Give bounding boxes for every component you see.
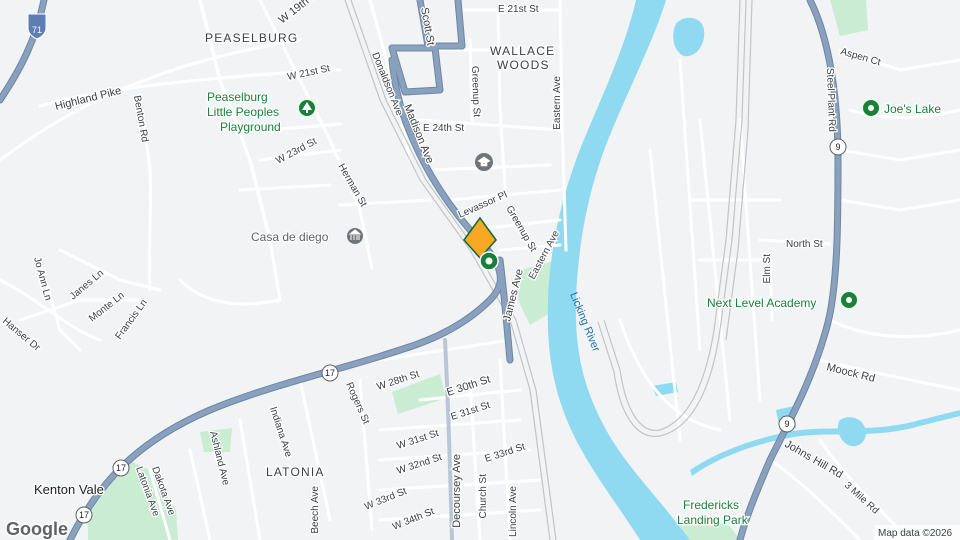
street-label: E 24th St: [423, 123, 464, 134]
neighborhood-label: PEASELBURG: [205, 31, 298, 45]
attribution-text: Map data ©2026: [878, 528, 953, 539]
route-17-shield: 17: [112, 459, 130, 477]
logo-text: Google: [6, 519, 68, 539]
neighborhood-label: WALLACE: [490, 44, 555, 58]
attribution-box: Map data ©2026: [874, 525, 960, 540]
shield-text: 9: [835, 142, 840, 152]
street-label: Steel Plant Rd: [824, 68, 837, 132]
street-label: Eastern Ave: [552, 76, 563, 130]
map-canvas[interactable]: 71 9 9 17 17 17 W 19th St E 21st St Scot…: [0, 0, 960, 540]
poi-label: Playground: [220, 120, 281, 134]
street-label: Beech Ave: [310, 486, 321, 534]
route-17-shield: 17: [321, 364, 339, 382]
tree-icon: [299, 100, 315, 116]
poi-label: Casa de diego: [251, 230, 329, 244]
route-17-shield: 17: [75, 506, 93, 524]
school-icon[interactable]: [475, 153, 493, 171]
poi-joes-lake[interactable]: Joe's Lake: [863, 100, 943, 117]
museum-icon: [347, 228, 363, 244]
neighborhood-label: WOODS: [497, 58, 550, 72]
neighborhood-label: LATONIA: [266, 465, 325, 479]
poi-label: Landing Park: [677, 513, 749, 527]
street-label: Greenup St: [469, 66, 482, 118]
google-logo: Google: [5, 518, 70, 540]
poi-label: Peaselburg: [207, 90, 268, 104]
shield-text: 71: [32, 25, 42, 35]
poi-label: Next Level Academy: [707, 296, 816, 310]
street-label: Decoursey Ave: [451, 454, 463, 528]
interstate-71-shield: 71: [27, 13, 47, 40]
poi-label: Joe's Lake: [884, 102, 941, 116]
shield-text: 17: [325, 368, 335, 378]
street-label: E 21st St: [498, 4, 539, 15]
shield-text: 9: [784, 419, 789, 429]
neighborhood-label: Kenton Vale: [34, 482, 104, 497]
street-label: North St: [786, 239, 823, 250]
street-label: Lincoln Ave: [508, 486, 519, 537]
shield-text: 17: [79, 510, 89, 520]
poi-label: Fredericks: [683, 498, 739, 512]
route-9-shield: 9: [778, 415, 796, 433]
street-label: Elm St: [762, 254, 773, 284]
route-9-shield: 9: [829, 138, 847, 156]
shield-text: 17: [116, 463, 126, 473]
poi-label: Little Peoples: [207, 105, 279, 119]
poi-fredericks-landing-park[interactable]: Fredericks Landing Park: [676, 497, 750, 529]
street-label: Church St: [478, 474, 489, 519]
